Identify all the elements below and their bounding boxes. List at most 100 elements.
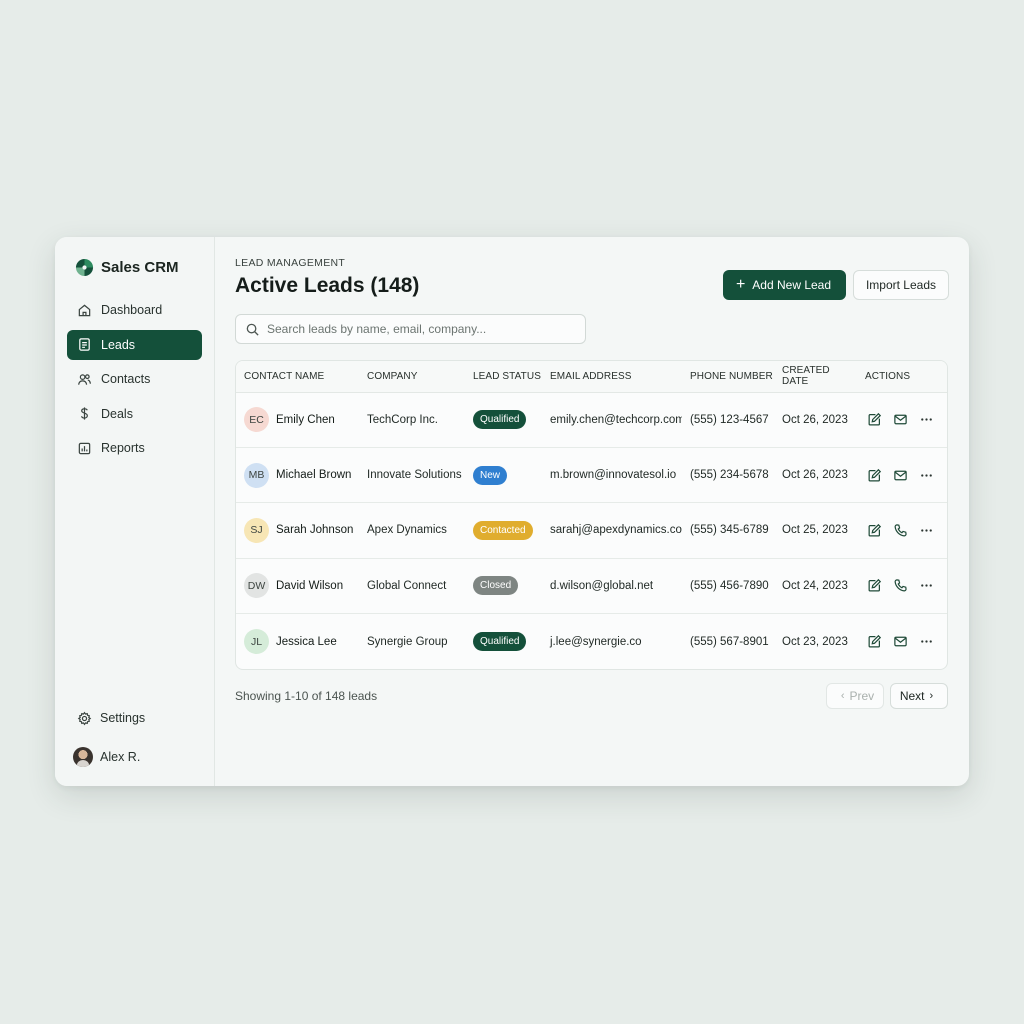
phone-cell: (555) 567-8901 bbox=[690, 635, 769, 648]
actions-cell bbox=[857, 502, 947, 559]
email-cell: m.brown@innovatesol.io bbox=[542, 447, 682, 504]
column-header[interactable]: EMAIL ADDRESS bbox=[542, 361, 682, 393]
sidebar-item-label: Deals bbox=[101, 406, 133, 421]
dollar-icon bbox=[77, 406, 92, 421]
table-row[interactable]: SJ Sarah Johnson Apex Dynamics Contacted sar… bbox=[236, 502, 947, 559]
phone-icon[interactable] bbox=[891, 521, 909, 539]
phone-cell: (555) 456-7890 bbox=[682, 558, 774, 615]
mail-icon[interactable] bbox=[891, 411, 909, 429]
company-cell: TechCorp Inc. bbox=[359, 392, 465, 448]
sidebar-item-reports[interactable]: Reports bbox=[67, 433, 202, 463]
leads-table: CONTACT NAME COMPANY LEAD STATUS EMAIL A… bbox=[235, 360, 948, 670]
home-icon bbox=[77, 303, 92, 318]
phone-icon[interactable] bbox=[891, 577, 909, 595]
contact-name[interactable]: David Wilson bbox=[276, 580, 343, 592]
row-actions bbox=[865, 466, 947, 484]
contact-avatar: DW bbox=[244, 573, 269, 599]
company-cell: Global Connect bbox=[359, 558, 465, 615]
next-page-button[interactable]: Next › bbox=[890, 682, 948, 709]
sidebar-item-label: Dashboard bbox=[101, 303, 163, 317]
prev-page-button[interactable]: ‹ Prev bbox=[826, 682, 884, 709]
table-row[interactable]: MB Michael Brown Innovate Solutions New m.br… bbox=[236, 447, 947, 504]
mail-icon[interactable] bbox=[891, 466, 909, 484]
more-icon[interactable] bbox=[917, 411, 935, 429]
table-row[interactable]: JL Jessica Lee Synergie Group Qualified j.le… bbox=[236, 614, 947, 669]
plus-icon: + bbox=[735, 276, 746, 293]
company-cell: Apex Dynamics bbox=[359, 502, 465, 559]
status-badge: Closed bbox=[473, 576, 519, 596]
contact-avatar: MB bbox=[244, 462, 269, 488]
more-icon[interactable] bbox=[917, 577, 935, 595]
column-header[interactable]: COMPANY bbox=[359, 361, 465, 393]
company-cell: Innovate Solutions bbox=[359, 447, 465, 504]
table-row[interactable]: EC Emily Chen TechCorp Inc. Qualified emily.… bbox=[236, 392, 947, 448]
settings-label: Settings bbox=[100, 711, 146, 725]
contact: DW David Wilson bbox=[244, 573, 359, 599]
contact-name[interactable]: Emily Chen bbox=[276, 414, 335, 426]
sidebar-item-dashboard[interactable]: Dashboard bbox=[67, 295, 202, 325]
email-cell: j.lee@synergie.co bbox=[550, 635, 642, 648]
edit-icon[interactable] bbox=[865, 466, 883, 484]
status-cell: Qualified bbox=[465, 392, 542, 448]
sidebar-item-label: Leads bbox=[101, 337, 136, 352]
contact-name[interactable]: Sarah Johnson bbox=[276, 524, 353, 536]
created-date-cell: Oct 25, 2023 bbox=[774, 502, 857, 559]
main-content: LEAD MANAGEMENT Active Leads (148) + Add… bbox=[215, 237, 969, 786]
contact: EC Emily Chen bbox=[244, 407, 359, 433]
pagination-summary: Showing 1-10 of 148 leads bbox=[235, 688, 378, 703]
edit-icon[interactable] bbox=[865, 521, 883, 539]
contact-cell: EC Emily Chen bbox=[236, 392, 359, 448]
import-leads-button[interactable]: Import Leads bbox=[853, 270, 949, 300]
more-icon[interactable] bbox=[917, 466, 935, 484]
sidebar-item-contacts[interactable]: Contacts bbox=[67, 364, 202, 394]
app-name: Sales CRM bbox=[101, 258, 179, 276]
created-date-cell: Oct 26, 2023 bbox=[774, 447, 857, 504]
status-badge: Contacted bbox=[473, 520, 533, 540]
search-input[interactable] bbox=[267, 322, 567, 336]
next-label: Next bbox=[899, 688, 925, 703]
brand[interactable]: Sales CRM bbox=[55, 255, 214, 279]
table-footer: Showing 1-10 of 148 leads ‹ Prev Next › bbox=[235, 682, 948, 709]
user-profile[interactable]: Alex R. bbox=[55, 744, 214, 770]
table-header-row: CONTACT NAME COMPANY LEAD STATUS EMAIL A… bbox=[236, 361, 947, 393]
created-date-cell: Oct 24, 2023 bbox=[774, 558, 857, 615]
table-body: EC Emily Chen TechCorp Inc. Qualified emily.… bbox=[236, 392, 947, 669]
column-header: ACTIONS bbox=[857, 361, 947, 393]
more-icon[interactable] bbox=[917, 521, 935, 539]
column-header[interactable]: CREATED DATE bbox=[774, 361, 857, 393]
status-cell: Closed bbox=[465, 558, 542, 615]
edit-icon[interactable] bbox=[865, 411, 883, 429]
contact: MB Michael Brown bbox=[244, 462, 359, 488]
add-new-lead-button[interactable]: + Add New Lead bbox=[723, 270, 846, 300]
sidebar-item-leads[interactable]: Leads bbox=[67, 329, 202, 360]
edit-icon[interactable] bbox=[865, 577, 883, 595]
email-cell: d.wilson@global.net bbox=[542, 558, 682, 615]
more-icon[interactable] bbox=[917, 633, 935, 651]
column-header[interactable]: CONTACT NAME bbox=[236, 361, 359, 393]
gear-icon bbox=[77, 711, 92, 725]
section-eyebrow: LEAD MANAGEMENT bbox=[235, 257, 346, 269]
sidebar: Sales CRM Dashboard Leads Contacts Deals… bbox=[55, 237, 215, 786]
contact-avatar: SJ bbox=[244, 517, 269, 543]
crm-window: Sales CRM Dashboard Leads Contacts Deals… bbox=[55, 237, 969, 786]
contact-cell: DW David Wilson bbox=[236, 558, 359, 615]
contact-avatar: EC bbox=[244, 407, 269, 433]
header-actions: + Add New Lead Import Leads bbox=[723, 270, 949, 300]
contact-avatar: JL bbox=[244, 629, 269, 654]
table-row[interactable]: DW David Wilson Global Connect Closed d.wils… bbox=[236, 558, 947, 615]
sidebar-item-deals[interactable]: Deals bbox=[67, 399, 202, 429]
avatar bbox=[73, 747, 93, 767]
status-cell: Qualified bbox=[465, 614, 542, 669]
contact-name[interactable]: Jessica Lee bbox=[276, 636, 337, 648]
created-date-cell: Oct 26, 2023 bbox=[774, 392, 857, 448]
sidebar-item-settings[interactable]: Settings bbox=[55, 706, 214, 730]
contact-name[interactable]: Michael Brown bbox=[276, 469, 351, 481]
mail-icon[interactable] bbox=[891, 633, 909, 651]
column-header[interactable]: PHONE NUMBER bbox=[682, 361, 774, 393]
contact-cell: JL Jessica Lee bbox=[236, 614, 359, 669]
contact-cell: MB Michael Brown bbox=[236, 447, 359, 504]
created-date-cell: Oct 23, 2023 bbox=[782, 635, 848, 648]
edit-icon[interactable] bbox=[865, 633, 883, 651]
status-badge: Qualified bbox=[473, 632, 527, 651]
column-header[interactable]: LEAD STATUS bbox=[465, 361, 542, 393]
